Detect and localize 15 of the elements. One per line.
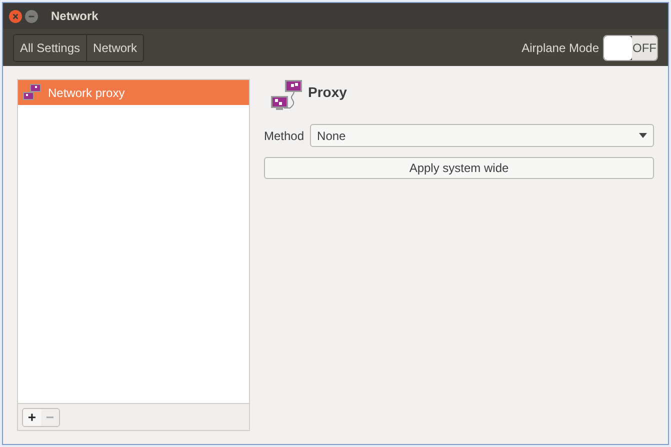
section-title: Proxy [308, 83, 347, 102]
close-icon[interactable] [9, 10, 22, 22]
minimize-icon[interactable] [25, 10, 38, 22]
airplane-mode-label: Airplane Mode [522, 40, 599, 56]
airplane-mode-switch[interactable]: OFF [603, 34, 658, 60]
breadcrumb-button[interactable]: All Settings [14, 34, 86, 60]
dropdown-caret-icon [639, 133, 647, 138]
breadcrumb-button[interactable]: Network [86, 34, 144, 60]
apply-system-wide-button[interactable]: Apply system wide [264, 157, 654, 179]
method-label: Method [264, 128, 304, 144]
window-title: Network [51, 8, 98, 25]
method-dropdown[interactable]: None [310, 124, 654, 147]
item-label: Network proxy [48, 84, 125, 102]
add-button[interactable]: + [23, 408, 41, 426]
network-proxy-icon [22, 82, 42, 102]
